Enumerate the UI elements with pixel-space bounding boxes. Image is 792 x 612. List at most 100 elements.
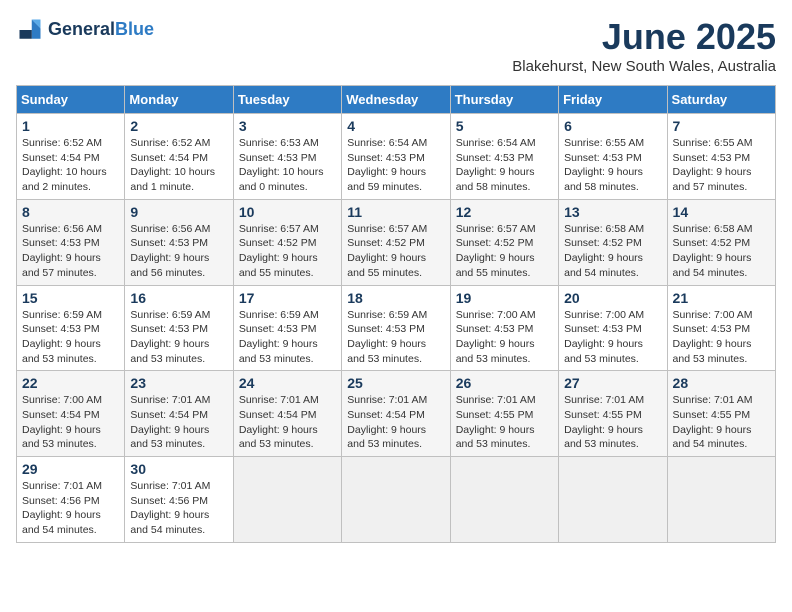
day-info: Sunrise: 7:01 AM Sunset: 4:55 PM Dayligh…: [673, 393, 770, 452]
day-number: 19: [456, 290, 553, 306]
table-row: [342, 457, 450, 543]
table-row: 16 Sunrise: 6:59 AM Sunset: 4:53 PM Dayl…: [125, 285, 233, 371]
table-row: 25 Sunrise: 7:01 AM Sunset: 4:54 PM Dayl…: [342, 371, 450, 457]
table-row: 9 Sunrise: 6:56 AM Sunset: 4:53 PM Dayli…: [125, 199, 233, 285]
col-wednesday: Wednesday: [342, 86, 450, 114]
day-info: Sunrise: 6:56 AM Sunset: 4:53 PM Dayligh…: [22, 222, 119, 281]
col-thursday: Thursday: [450, 86, 558, 114]
table-row: 24 Sunrise: 7:01 AM Sunset: 4:54 PM Dayl…: [233, 371, 341, 457]
table-row: 29 Sunrise: 7:01 AM Sunset: 4:56 PM Dayl…: [17, 457, 125, 543]
day-number: 25: [347, 375, 444, 391]
calendar-week-row: 8 Sunrise: 6:56 AM Sunset: 4:53 PM Dayli…: [17, 199, 776, 285]
day-number: 9: [130, 204, 227, 220]
table-row: 11 Sunrise: 6:57 AM Sunset: 4:52 PM Dayl…: [342, 199, 450, 285]
table-row: [233, 457, 341, 543]
day-number: 7: [673, 118, 770, 134]
day-info: Sunrise: 6:57 AM Sunset: 4:52 PM Dayligh…: [456, 222, 553, 281]
table-row: [559, 457, 667, 543]
table-row: 27 Sunrise: 7:01 AM Sunset: 4:55 PM Dayl…: [559, 371, 667, 457]
table-row: 13 Sunrise: 6:58 AM Sunset: 4:52 PM Dayl…: [559, 199, 667, 285]
day-info: Sunrise: 6:57 AM Sunset: 4:52 PM Dayligh…: [347, 222, 444, 281]
calendar-week-row: 1 Sunrise: 6:52 AM Sunset: 4:54 PM Dayli…: [17, 114, 776, 200]
table-row: 10 Sunrise: 6:57 AM Sunset: 4:52 PM Dayl…: [233, 199, 341, 285]
day-number: 24: [239, 375, 336, 391]
table-row: 22 Sunrise: 7:00 AM Sunset: 4:54 PM Dayl…: [17, 371, 125, 457]
calendar-header-row: Sunday Monday Tuesday Wednesday Thursday…: [17, 86, 776, 114]
day-info: Sunrise: 6:59 AM Sunset: 4:53 PM Dayligh…: [347, 308, 444, 367]
calendar-week-row: 29 Sunrise: 7:01 AM Sunset: 4:56 PM Dayl…: [17, 457, 776, 543]
day-number: 14: [673, 204, 770, 220]
col-saturday: Saturday: [667, 86, 775, 114]
day-number: 11: [347, 204, 444, 220]
day-number: 18: [347, 290, 444, 306]
day-number: 27: [564, 375, 661, 391]
table-row: 2 Sunrise: 6:52 AM Sunset: 4:54 PM Dayli…: [125, 114, 233, 200]
logo-blue: Blue: [115, 19, 154, 39]
table-row: 18 Sunrise: 6:59 AM Sunset: 4:53 PM Dayl…: [342, 285, 450, 371]
day-number: 22: [22, 375, 119, 391]
day-number: 13: [564, 204, 661, 220]
day-info: Sunrise: 7:01 AM Sunset: 4:54 PM Dayligh…: [130, 393, 227, 452]
day-info: Sunrise: 7:00 AM Sunset: 4:54 PM Dayligh…: [22, 393, 119, 452]
day-info: Sunrise: 7:01 AM Sunset: 4:55 PM Dayligh…: [456, 393, 553, 452]
day-info: Sunrise: 6:59 AM Sunset: 4:53 PM Dayligh…: [22, 308, 119, 367]
day-number: 8: [22, 204, 119, 220]
day-number: 28: [673, 375, 770, 391]
table-row: 5 Sunrise: 6:54 AM Sunset: 4:53 PM Dayli…: [450, 114, 558, 200]
calendar-week-row: 22 Sunrise: 7:00 AM Sunset: 4:54 PM Dayl…: [17, 371, 776, 457]
table-row: 30 Sunrise: 7:01 AM Sunset: 4:56 PM Dayl…: [125, 457, 233, 543]
title-block: June 2025 Blakehurst, New South Wales, A…: [512, 16, 776, 75]
day-info: Sunrise: 6:58 AM Sunset: 4:52 PM Dayligh…: [673, 222, 770, 281]
table-row: 21 Sunrise: 7:00 AM Sunset: 4:53 PM Dayl…: [667, 285, 775, 371]
day-info: Sunrise: 6:54 AM Sunset: 4:53 PM Dayligh…: [456, 136, 553, 195]
table-row: 3 Sunrise: 6:53 AM Sunset: 4:53 PM Dayli…: [233, 114, 341, 200]
day-number: 12: [456, 204, 553, 220]
day-number: 2: [130, 118, 227, 134]
day-info: Sunrise: 7:01 AM Sunset: 4:55 PM Dayligh…: [564, 393, 661, 452]
day-number: 5: [456, 118, 553, 134]
day-info: Sunrise: 6:59 AM Sunset: 4:53 PM Dayligh…: [130, 308, 227, 367]
table-row: 26 Sunrise: 7:01 AM Sunset: 4:55 PM Dayl…: [450, 371, 558, 457]
day-number: 1: [22, 118, 119, 134]
day-number: 29: [22, 461, 119, 477]
day-info: Sunrise: 6:55 AM Sunset: 4:53 PM Dayligh…: [564, 136, 661, 195]
table-row: 20 Sunrise: 7:00 AM Sunset: 4:53 PM Dayl…: [559, 285, 667, 371]
table-row: [450, 457, 558, 543]
table-row: [667, 457, 775, 543]
day-info: Sunrise: 6:57 AM Sunset: 4:52 PM Dayligh…: [239, 222, 336, 281]
day-number: 23: [130, 375, 227, 391]
col-monday: Monday: [125, 86, 233, 114]
day-info: Sunrise: 6:59 AM Sunset: 4:53 PM Dayligh…: [239, 308, 336, 367]
table-row: 28 Sunrise: 7:01 AM Sunset: 4:55 PM Dayl…: [667, 371, 775, 457]
page-header: GeneralBlue June 2025 Blakehurst, New So…: [16, 16, 776, 75]
table-row: 1 Sunrise: 6:52 AM Sunset: 4:54 PM Dayli…: [17, 114, 125, 200]
table-row: 6 Sunrise: 6:55 AM Sunset: 4:53 PM Dayli…: [559, 114, 667, 200]
calendar-week-row: 15 Sunrise: 6:59 AM Sunset: 4:53 PM Dayl…: [17, 285, 776, 371]
location: Blakehurst, New South Wales, Australia: [512, 58, 776, 75]
day-number: 17: [239, 290, 336, 306]
col-sunday: Sunday: [17, 86, 125, 114]
day-info: Sunrise: 6:52 AM Sunset: 4:54 PM Dayligh…: [130, 136, 227, 195]
table-row: 15 Sunrise: 6:59 AM Sunset: 4:53 PM Dayl…: [17, 285, 125, 371]
day-info: Sunrise: 6:52 AM Sunset: 4:54 PM Dayligh…: [22, 136, 119, 195]
day-info: Sunrise: 7:00 AM Sunset: 4:53 PM Dayligh…: [673, 308, 770, 367]
logo: GeneralBlue: [16, 16, 154, 44]
day-number: 30: [130, 461, 227, 477]
day-number: 6: [564, 118, 661, 134]
table-row: 12 Sunrise: 6:57 AM Sunset: 4:52 PM Dayl…: [450, 199, 558, 285]
day-number: 21: [673, 290, 770, 306]
day-info: Sunrise: 6:54 AM Sunset: 4:53 PM Dayligh…: [347, 136, 444, 195]
table-row: 4 Sunrise: 6:54 AM Sunset: 4:53 PM Dayli…: [342, 114, 450, 200]
day-number: 4: [347, 118, 444, 134]
day-info: Sunrise: 7:01 AM Sunset: 4:54 PM Dayligh…: [239, 393, 336, 452]
col-tuesday: Tuesday: [233, 86, 341, 114]
col-friday: Friday: [559, 86, 667, 114]
table-row: 19 Sunrise: 7:00 AM Sunset: 4:53 PM Dayl…: [450, 285, 558, 371]
day-number: 15: [22, 290, 119, 306]
calendar-table: Sunday Monday Tuesday Wednesday Thursday…: [16, 85, 776, 543]
day-number: 26: [456, 375, 553, 391]
day-info: Sunrise: 6:56 AM Sunset: 4:53 PM Dayligh…: [130, 222, 227, 281]
day-number: 10: [239, 204, 336, 220]
table-row: 14 Sunrise: 6:58 AM Sunset: 4:52 PM Dayl…: [667, 199, 775, 285]
day-info: Sunrise: 6:58 AM Sunset: 4:52 PM Dayligh…: [564, 222, 661, 281]
